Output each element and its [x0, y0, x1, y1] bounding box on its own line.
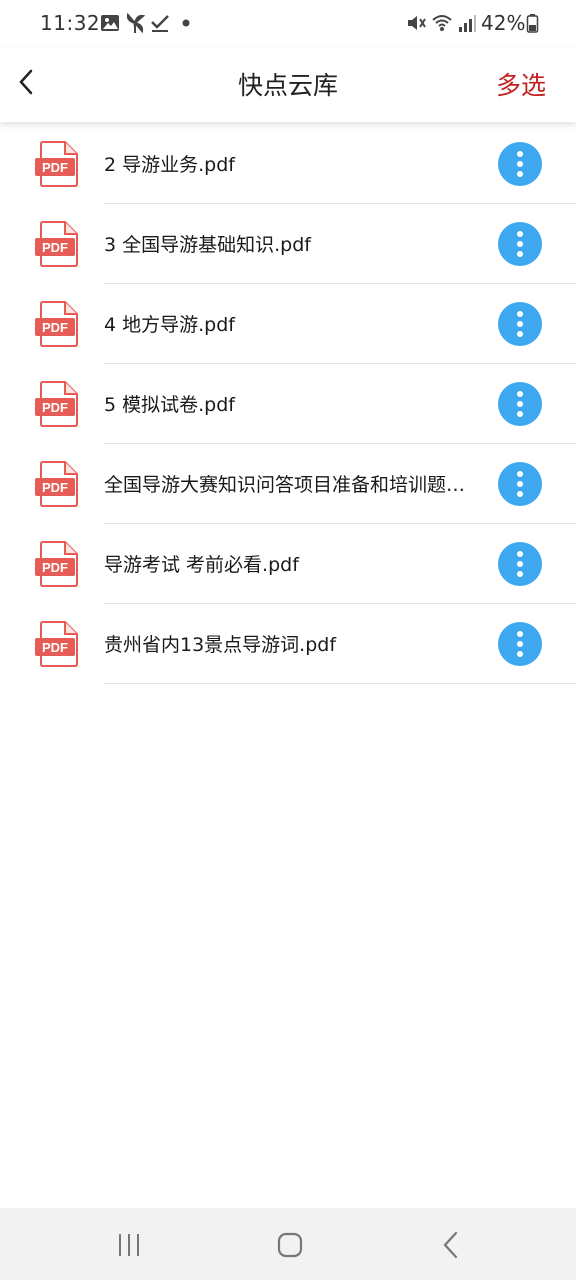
more-vert-icon	[517, 551, 523, 557]
more-options-button[interactable]	[498, 382, 542, 426]
more-options-button[interactable]	[498, 622, 542, 666]
file-row[interactable]: PDF 3 全国导游基础知识.pdf	[0, 204, 576, 284]
file-name: 2 导游业务.pdf	[104, 154, 235, 176]
svg-text:PDF: PDF	[42, 640, 68, 655]
file-row[interactable]: PDF 导游考试 考前必看.pdf	[0, 524, 576, 604]
svg-text:PDF: PDF	[42, 160, 68, 175]
status-time: 11:32	[40, 11, 101, 35]
file-name: 全国导游大赛知识问答项目准备和培训题…	[104, 474, 466, 496]
file-name: 5 模拟试卷.pdf	[104, 394, 235, 416]
file-row[interactable]: PDF 贵州省内13景点导游词.pdf	[0, 604, 576, 684]
more-vert-icon-dot	[517, 321, 523, 327]
more-vert-icon-dot	[517, 251, 523, 257]
row-divider	[104, 683, 576, 684]
more-options-button[interactable]	[498, 542, 542, 586]
file-list: PDF 2 导游业务.pdf PDF 3 全国导游基础知识.pdf PDF 4 …	[0, 124, 576, 684]
file-name: 导游考试 考前必看.pdf	[104, 554, 299, 576]
svg-text:PDF: PDF	[42, 480, 68, 495]
dot-icon	[182, 19, 190, 27]
pdf-file-icon: PDF	[35, 221, 78, 267]
check-icon	[151, 15, 169, 32]
mute-icon	[408, 16, 426, 30]
pdf-file-icon: PDF	[35, 141, 78, 187]
svg-text:PDF: PDF	[42, 400, 68, 415]
more-vert-icon-dot	[517, 161, 523, 167]
pdf-file-icon: PDF	[35, 301, 78, 347]
gallery-icon	[101, 15, 119, 31]
more-vert-icon-dot	[517, 651, 523, 657]
recent-apps-icon[interactable]	[112, 1228, 146, 1262]
signal-icon	[459, 15, 476, 32]
file-row[interactable]: PDF 4 地方导游.pdf	[0, 284, 576, 364]
more-vert-icon-dot	[517, 481, 523, 487]
system-nav-bar	[0, 1208, 576, 1280]
pdf-file-icon: PDF	[35, 381, 78, 427]
more-vert-icon	[517, 391, 523, 397]
multi-select-button[interactable]: 多选	[496, 66, 546, 102]
more-vert-icon-dot	[517, 641, 523, 647]
more-vert-icon-dot	[517, 411, 523, 417]
pdf-file-icon: PDF	[35, 541, 78, 587]
svg-text:PDF: PDF	[42, 320, 68, 335]
more-options-button[interactable]	[498, 462, 542, 506]
more-vert-icon	[517, 231, 523, 237]
wifi-icon	[432, 15, 452, 31]
file-name: 3 全国导游基础知识.pdf	[104, 234, 311, 256]
file-row[interactable]: PDF 5 模拟试卷.pdf	[0, 364, 576, 444]
more-vert-icon	[517, 151, 523, 157]
svg-text:PDF: PDF	[42, 240, 68, 255]
pinwheel-icon	[126, 12, 146, 34]
svg-text:PDF: PDF	[42, 560, 68, 575]
home-icon[interactable]	[273, 1228, 307, 1262]
more-vert-icon-dot	[517, 561, 523, 567]
more-vert-icon-dot	[517, 491, 523, 497]
status-bar: 11:32 42%	[0, 0, 576, 48]
app-header: 快点云库 多选	[0, 48, 576, 122]
file-name: 贵州省内13景点导游词.pdf	[104, 634, 337, 656]
more-vert-icon-dot	[517, 241, 523, 247]
more-vert-icon-dot	[517, 571, 523, 577]
file-row[interactable]: PDF 2 导游业务.pdf	[0, 124, 576, 204]
more-options-button[interactable]	[498, 222, 542, 266]
more-vert-icon-dot	[517, 331, 523, 337]
battery-percent: 42%	[481, 11, 526, 35]
more-vert-icon	[517, 471, 523, 477]
more-vert-icon	[517, 311, 523, 317]
page-title: 快点云库	[237, 71, 338, 100]
more-vert-icon	[517, 631, 523, 637]
pdf-file-icon: PDF	[35, 461, 78, 507]
battery-icon	[526, 14, 539, 33]
more-vert-icon-dot	[517, 171, 523, 177]
pdf-file-icon: PDF	[35, 621, 78, 667]
more-options-button[interactable]	[498, 302, 542, 346]
back-icon[interactable]	[434, 1228, 468, 1262]
file-row[interactable]: PDF 全国导游大赛知识问答项目准备和培训题…	[0, 444, 576, 524]
more-vert-icon-dot	[517, 401, 523, 407]
file-name: 4 地方导游.pdf	[104, 314, 235, 336]
more-options-button[interactable]	[498, 142, 542, 186]
